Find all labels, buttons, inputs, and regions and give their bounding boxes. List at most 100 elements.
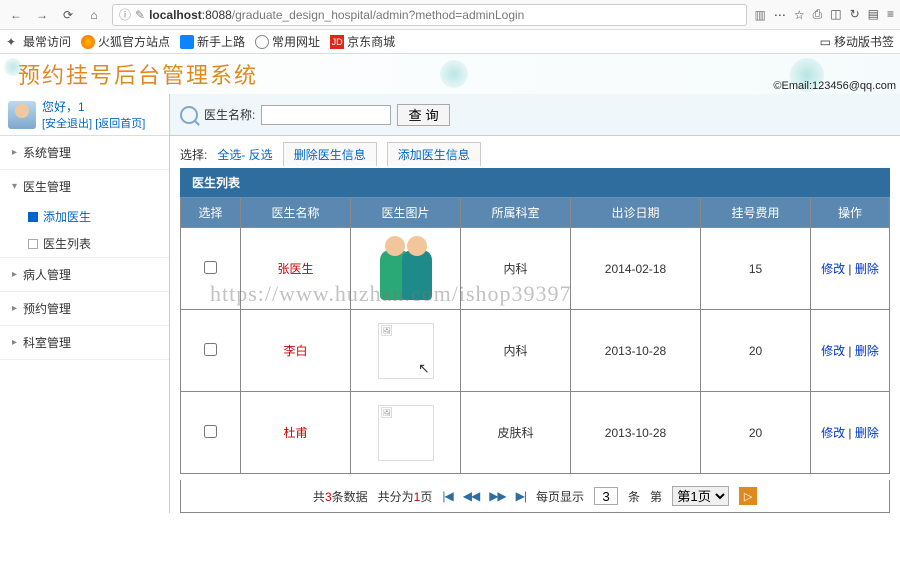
- cell-dept: 皮肤科: [461, 392, 571, 474]
- table-header-row: 选择 医生名称 医生图片 所属科室 出诊日期 挂号费用 操作: [181, 198, 890, 228]
- sidebar: 您好，1 [安全退出] [返回首页] 系统管理 医生管理 添加医生 医生列表 病…: [0, 94, 170, 513]
- table-row: 李白内科2013-10-2820修改 | 删除: [181, 310, 890, 392]
- info-icon: ⓘ: [119, 6, 131, 23]
- bookmark-jd[interactable]: JD京东商城: [330, 33, 395, 50]
- row-checkbox[interactable]: [204, 425, 217, 438]
- url-host: localhost: [149, 8, 202, 22]
- app-header: 预约挂号后台管理系统 ©Email:123456@qq.com: [0, 54, 900, 94]
- th-fee: 挂号费用: [701, 198, 811, 228]
- row-checkbox[interactable]: [204, 343, 217, 356]
- menu-patient[interactable]: 病人管理: [0, 258, 169, 291]
- image-placeholder: [378, 405, 434, 461]
- edit-link[interactable]: 修改: [821, 426, 845, 440]
- url-port: :8088: [202, 8, 232, 22]
- delete-link[interactable]: 删除: [855, 344, 879, 358]
- submenu-doctor-list[interactable]: 医生列表: [28, 230, 169, 257]
- select-label: 选择:: [180, 146, 207, 163]
- delete-link[interactable]: 删除: [855, 426, 879, 440]
- email-label: ©Email:123456@qq.com: [773, 80, 896, 92]
- pager-next[interactable]: ▶▶: [489, 489, 505, 503]
- logout-link[interactable]: [安全退出]: [42, 118, 92, 130]
- table-row: 杜甫皮肤科2013-10-2820修改 | 删除: [181, 392, 890, 474]
- browser-toolbar: ← → ⟳ ⌂ ⓘ ✎ localhost:8088/graduate_desi…: [0, 0, 900, 30]
- menu-doctor[interactable]: 医生管理: [0, 170, 169, 203]
- cell-fee: 20: [701, 310, 811, 392]
- pager-go-button[interactable]: ▷: [739, 487, 757, 505]
- app-title: 预约挂号后台管理系统: [18, 58, 258, 90]
- search-button[interactable]: 查 询: [397, 104, 449, 126]
- bookmark-most-visited[interactable]: ✦最常访问: [6, 33, 71, 50]
- delete-link[interactable]: 删除: [855, 262, 879, 276]
- menu-system[interactable]: 系统管理: [0, 136, 169, 169]
- edit-link[interactable]: 修改: [821, 344, 845, 358]
- back-button[interactable]: ←: [6, 5, 26, 25]
- doctor-table: 选择 医生名称 医生图片 所属科室 出诊日期 挂号费用 操作 张医生内科2014…: [180, 197, 890, 474]
- search-bar: 医生名称: 查 询: [170, 94, 900, 136]
- user-box: 您好，1 [安全退出] [返回首页]: [0, 94, 169, 136]
- pager-first[interactable]: |◀: [442, 489, 452, 503]
- page-select[interactable]: 第1页: [672, 486, 729, 506]
- doctor-image: [371, 238, 441, 300]
- th-date: 出诊日期: [571, 198, 701, 228]
- cell-name: 李白: [241, 310, 351, 392]
- cell-date: 2013-10-28: [571, 392, 701, 474]
- nav-menu: 系统管理 医生管理 添加医生 医生列表 病人管理 预约管理 科室管理: [0, 136, 169, 360]
- per-page-label: 每页显示: [536, 488, 584, 505]
- table-row: 张医生内科2014-02-1815修改 | 删除: [181, 228, 890, 310]
- add-doctor-tab[interactable]: 添加医生信息: [387, 142, 481, 166]
- bookmark-firefox[interactable]: 火狐官方站点: [81, 33, 170, 50]
- menu-dots-icon[interactable]: ⋯: [774, 8, 786, 22]
- greeting: 您好，: [42, 100, 78, 114]
- th-name: 医生名称: [241, 198, 351, 228]
- url-bar[interactable]: ⓘ ✎ localhost:8088/graduate_design_hospi…: [112, 4, 747, 26]
- sidebar-icon[interactable]: ◫: [830, 7, 841, 22]
- menu-appointment[interactable]: 预约管理: [0, 292, 169, 325]
- th-dept: 所属科室: [461, 198, 571, 228]
- delete-doctor-tab[interactable]: 删除医生信息: [283, 142, 377, 166]
- home-button[interactable]: ⌂: [84, 5, 104, 25]
- bookmark-getting-started[interactable]: 新手上路: [180, 33, 245, 50]
- per-page-input[interactable]: [594, 487, 618, 505]
- select-all-link[interactable]: 全选- 反选: [217, 146, 272, 163]
- th-select: 选择: [181, 198, 241, 228]
- reload-button[interactable]: ⟳: [58, 5, 78, 25]
- mobile-bookmarks[interactable]: ▭移动版书签: [820, 33, 894, 50]
- submenu-add-doctor[interactable]: 添加医生: [28, 203, 169, 230]
- tracking-icon[interactable]: ▥: [755, 8, 766, 22]
- pagination: 共3条数据 共分为1页 |◀ ◀◀ ▶▶ ▶| 每页显示 条 第 第1页 ▷: [180, 480, 890, 513]
- username: 1: [78, 100, 85, 114]
- pager-prev[interactable]: ◀◀: [463, 489, 479, 503]
- table-title: 医生列表: [180, 168, 890, 197]
- menu-department[interactable]: 科室管理: [0, 326, 169, 359]
- cell-fee: 20: [701, 392, 811, 474]
- image-placeholder: [378, 323, 434, 379]
- menu-icon[interactable]: ≡: [887, 7, 894, 22]
- cell-name: 张医生: [241, 228, 351, 310]
- edit-link[interactable]: 修改: [821, 262, 845, 276]
- search-icon: [180, 106, 198, 124]
- cell-dept: 内科: [461, 310, 571, 392]
- cell-dept: 内科: [461, 228, 571, 310]
- windows-icon[interactable]: ▤: [868, 7, 879, 22]
- avatar-icon: [8, 101, 36, 129]
- th-ops: 操作: [811, 198, 890, 228]
- library-icon[interactable]: ⎙: [813, 7, 823, 22]
- search-label: 医生名称:: [204, 106, 255, 123]
- search-input[interactable]: [261, 105, 391, 125]
- action-row: 选择: 全选- 反选 删除医生信息 添加医生信息: [170, 136, 900, 166]
- th-image: 医生图片: [351, 198, 461, 228]
- pager-last[interactable]: ▶|: [516, 489, 526, 503]
- forward-button[interactable]: →: [32, 5, 52, 25]
- bookmarks-bar: ✦最常访问 火狐官方站点 新手上路 常用网址 JD京东商城 ▭移动版书签: [0, 30, 900, 54]
- row-checkbox[interactable]: [204, 261, 217, 274]
- home-link[interactable]: [返回首页]: [95, 118, 145, 130]
- cell-date: 2013-10-28: [571, 310, 701, 392]
- security-icon: ✎: [135, 8, 145, 22]
- bookmark-common[interactable]: 常用网址: [255, 33, 320, 50]
- cell-fee: 15: [701, 228, 811, 310]
- star-icon[interactable]: ☆: [794, 8, 805, 22]
- url-path: /graduate_design_hospital/admin?method=a…: [232, 8, 525, 22]
- cell-name: 杜甫: [241, 392, 351, 474]
- cell-date: 2014-02-18: [571, 228, 701, 310]
- sync-icon[interactable]: ↻: [850, 7, 860, 22]
